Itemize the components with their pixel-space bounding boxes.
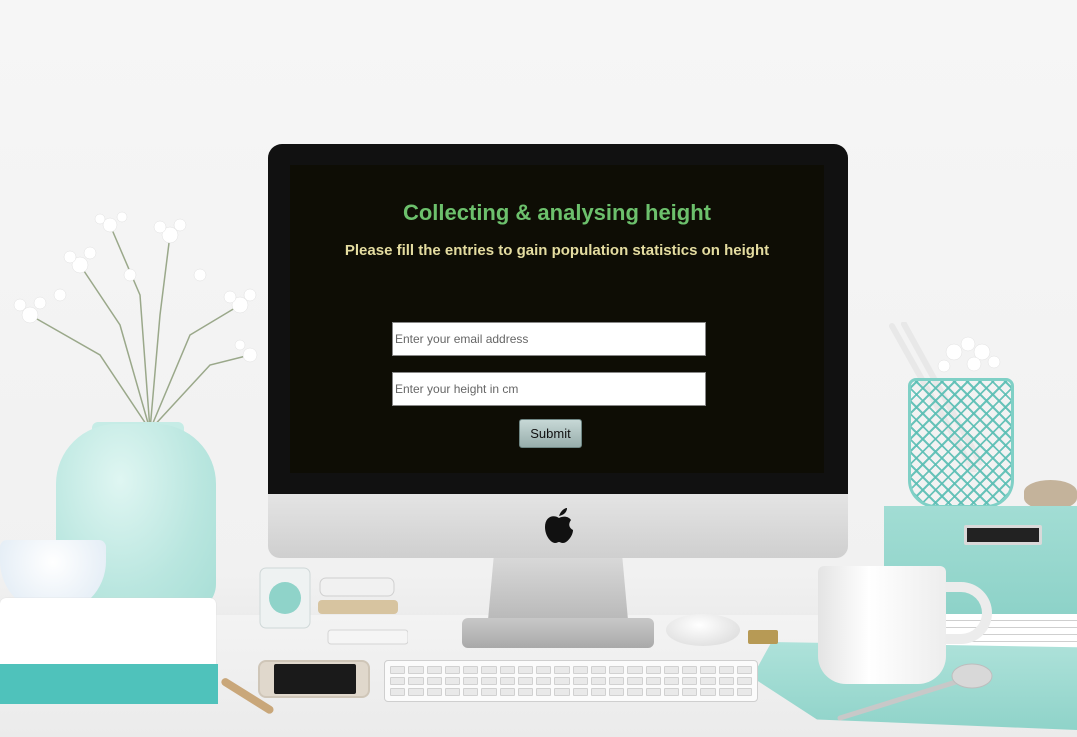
submit-button[interactable]: Submit — [519, 419, 582, 448]
magic-mouse — [666, 614, 740, 646]
storage-box-handle — [964, 525, 1042, 545]
stapler-and-tape — [259, 567, 408, 645]
email-input[interactable] — [392, 322, 706, 356]
page-title: Collecting & analysing height — [402, 200, 712, 225]
page-subtitle: Please fill the entries to gain populati… — [344, 242, 770, 259]
apple-logo-icon — [545, 508, 573, 543]
keyboard — [384, 660, 758, 702]
smartphone-screen — [274, 664, 356, 694]
monitor-stand-base — [462, 618, 654, 648]
monitor-stand-neck — [488, 558, 628, 620]
binder-clip — [748, 630, 778, 644]
spoon — [837, 663, 993, 721]
baby-breath-flowers — [13, 211, 258, 431]
mesh-pencil-holder — [908, 378, 1014, 508]
teal-book — [0, 664, 218, 704]
height-input[interactable] — [392, 372, 706, 406]
